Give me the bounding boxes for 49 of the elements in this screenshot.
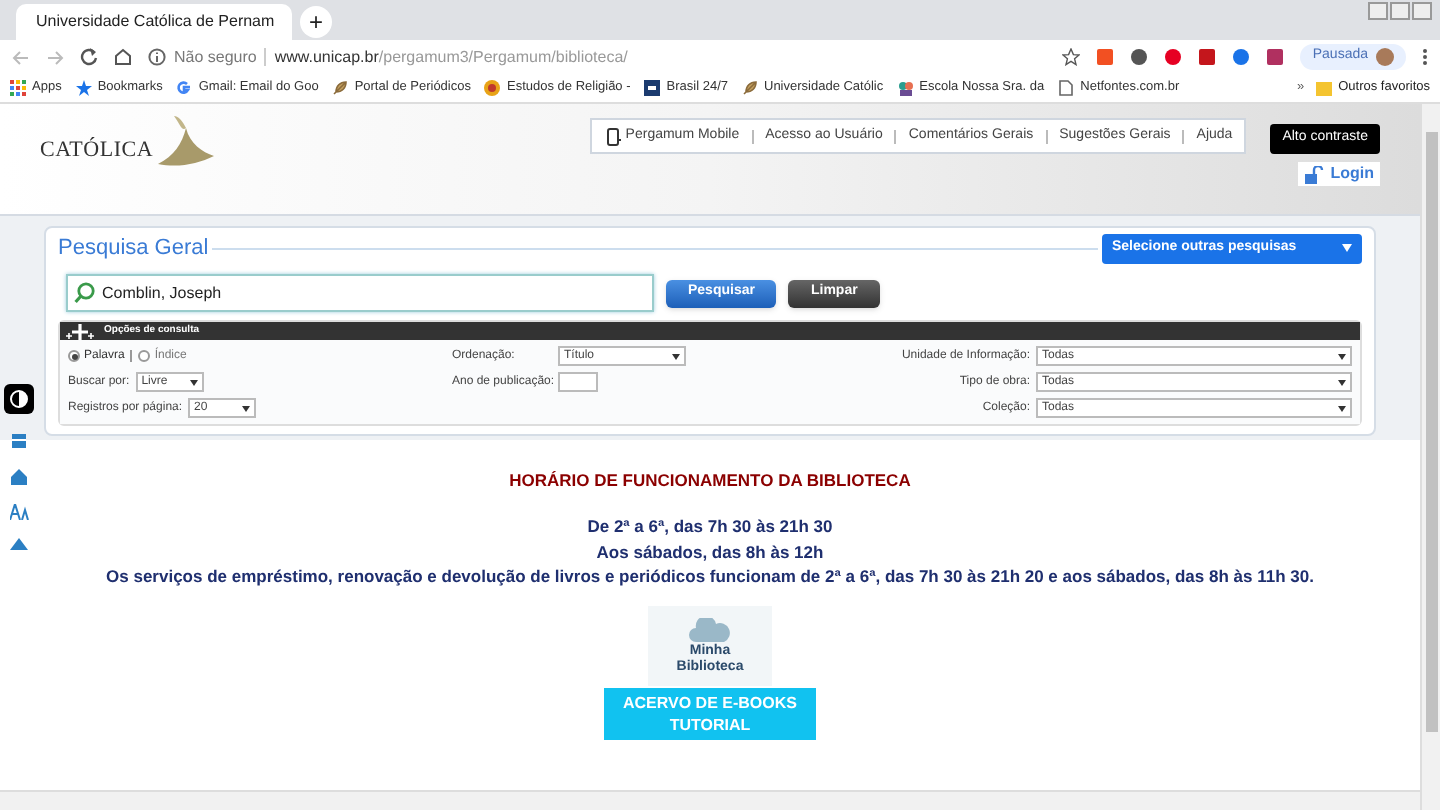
leaf-icon: [332, 80, 349, 96]
horizontal-scrollbar[interactable]: [0, 790, 1420, 810]
schedule-text: Aos sábados, das 8h às 12h: [596, 539, 824, 565]
caret-icon: [672, 353, 680, 359]
search-field[interactable]: Comblin, Joseph: [66, 274, 654, 312]
caret-icon: [242, 405, 251, 411]
grid-icon: [10, 80, 26, 96]
schedule-text: De 2ª a 6ª, das 7h 30 às 21h 30: [587, 513, 833, 539]
home-icon: [114, 48, 132, 66]
up-arrow-icon: [10, 538, 28, 550]
leaf-icon: [742, 80, 758, 96]
new-tab-button[interactable]: +: [300, 6, 332, 38]
menu-icon: [1422, 48, 1428, 66]
caret-icon: [1338, 405, 1346, 411]
page-icon: [1058, 80, 1075, 96]
mobile-icon: [603, 127, 622, 145]
people-icon: [897, 80, 914, 96]
cloud-icon: [688, 617, 732, 643]
contrast-icon: [4, 384, 34, 414]
circle-logo-icon: [484, 80, 501, 96]
address-field[interactable]: www.unicap.br/pergamum3/Pergamum/biblioteca/: [274, 45, 628, 69]
tab-title: Universidade Católica de Pernam: [36, 10, 275, 34]
caret-icon: [189, 379, 198, 385]
letter-g-icon: [176, 80, 193, 96]
logo-text: CATÓLICA: [40, 135, 154, 166]
caret-icon: [1342, 244, 1352, 252]
home-icon: [10, 468, 28, 486]
caret-icon: [1338, 353, 1346, 359]
schedule-text: Os serviços de empréstimo, renovação e devolução de livros e periódicos funcionam de 2ª a 6ª, das 7h 30 às 21h 20 e aos sábados, das 8h às 11h 30.: [106, 564, 1314, 590]
star-icon: [1062, 48, 1081, 66]
caret-icon: [1338, 379, 1346, 385]
login-link[interactable]: Login: [1298, 162, 1380, 186]
browser-tab[interactable]: Universidade Católica de Pernam: [16, 4, 292, 40]
scrollbar[interactable]: [1420, 104, 1440, 810]
info-icon: [148, 48, 166, 66]
avatar-icon: [1376, 48, 1394, 66]
square-logo-icon: [644, 80, 661, 96]
font-size-icon: [9, 504, 29, 520]
text-field[interactable]: [558, 372, 598, 392]
star-icon: [75, 80, 92, 96]
panel-title: Pesquisa Geral: [58, 233, 209, 264]
forward-icon: [46, 49, 64, 65]
back-icon: [12, 49, 30, 65]
unlocked-padlock-icon: [1304, 165, 1325, 183]
folder-icon: [1316, 80, 1333, 96]
search-icon: [74, 282, 96, 304]
reload-icon: [80, 48, 98, 66]
security-label: Não seguro: [174, 45, 257, 69]
schedule-title: HORÁRIO DE FUNCIONAMENTO DA BIBLIOTECA: [509, 468, 911, 494]
